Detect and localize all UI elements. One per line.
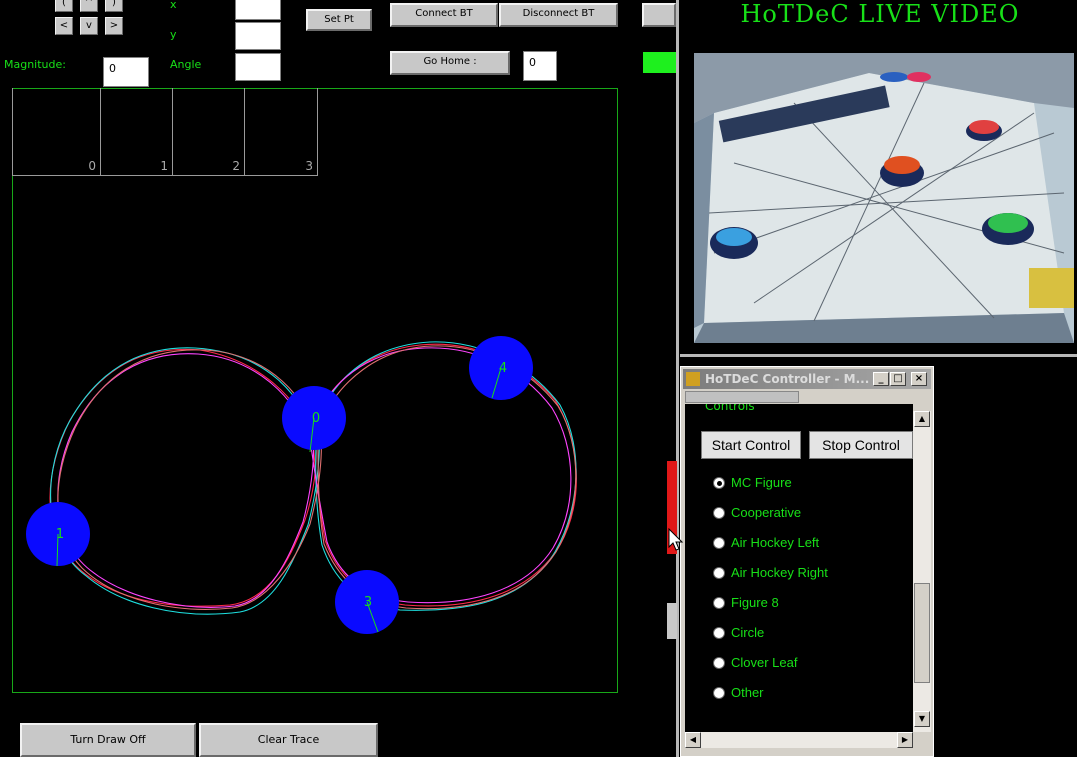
option-label: Circle: [731, 625, 765, 640]
option-label: Air Hockey Right: [731, 565, 828, 580]
panel-divider-h: [680, 354, 1077, 357]
video-frame-image: [694, 53, 1074, 343]
radio-circle[interactable]: [713, 627, 725, 639]
radio-air-hockey-right[interactable]: [713, 567, 725, 579]
vertical-scrollbar[interactable]: ▲ ▼: [913, 411, 931, 732]
horizontal-scrollbar[interactable]: ◀ ▶: [685, 732, 913, 748]
radio-mc-figure[interactable]: [713, 477, 725, 489]
scroll-right-icon[interactable]: ▶: [897, 732, 913, 748]
app-icon: [686, 372, 700, 386]
panel-divider: [676, 0, 679, 757]
partial-widget: [667, 603, 677, 639]
controller-title: HoTDeC Controller - M...: [705, 372, 870, 386]
minimize-icon[interactable]: _: [873, 372, 889, 386]
scroll-left-icon[interactable]: ◀: [685, 732, 701, 748]
radio-clover-leaf[interactable]: [713, 657, 725, 669]
maximize-icon[interactable]: □: [890, 372, 906, 386]
robot-label: 1: [56, 527, 64, 542]
controller-window: HoTDeC Controller - M... _ □ × Controls …: [680, 366, 934, 757]
mouse-cursor-icon: [668, 528, 684, 551]
option-label: MC Figure: [731, 475, 792, 490]
robot-label: 3: [364, 595, 372, 610]
radio-figure-8[interactable]: [713, 597, 725, 609]
option-label: Clover Leaf: [731, 655, 798, 670]
robot-label: 0: [312, 411, 320, 426]
option-label: Cooperative: [731, 505, 802, 520]
stop-control-button[interactable]: Stop Control: [809, 431, 913, 459]
scroll-thumb[interactable]: [914, 583, 930, 683]
close-icon[interactable]: ×: [911, 372, 927, 386]
controls-pane: Controls Start Control Stop Control MC F…: [685, 404, 913, 732]
video-title: HoTDeC LIVE VIDEO: [740, 0, 1020, 28]
clear-trace-button[interactable]: Clear Trace: [199, 723, 378, 757]
option-label: Figure 8: [731, 595, 779, 610]
scroll-down-icon[interactable]: ▼: [914, 711, 930, 727]
section-label: Controls: [705, 404, 755, 413]
option-label: Other: [731, 685, 764, 700]
controller-titlebar: HoTDeC Controller - M... _ □ ×: [683, 369, 931, 389]
live-video-feed: [694, 53, 1074, 343]
trace-canvas: 0 1 3 4: [26, 336, 577, 634]
toolbar-strip: [685, 391, 799, 403]
radio-cooperative[interactable]: [713, 507, 725, 519]
robot-label: 4: [499, 361, 507, 376]
radio-other[interactable]: [713, 687, 725, 699]
radio-air-hockey-left[interactable]: [713, 537, 725, 549]
scroll-up-icon[interactable]: ▲: [914, 411, 930, 427]
turn-draw-off-button[interactable]: Turn Draw Off: [20, 723, 196, 757]
option-label: Air Hockey Left: [731, 535, 820, 550]
start-control-button[interactable]: Start Control: [701, 431, 801, 459]
